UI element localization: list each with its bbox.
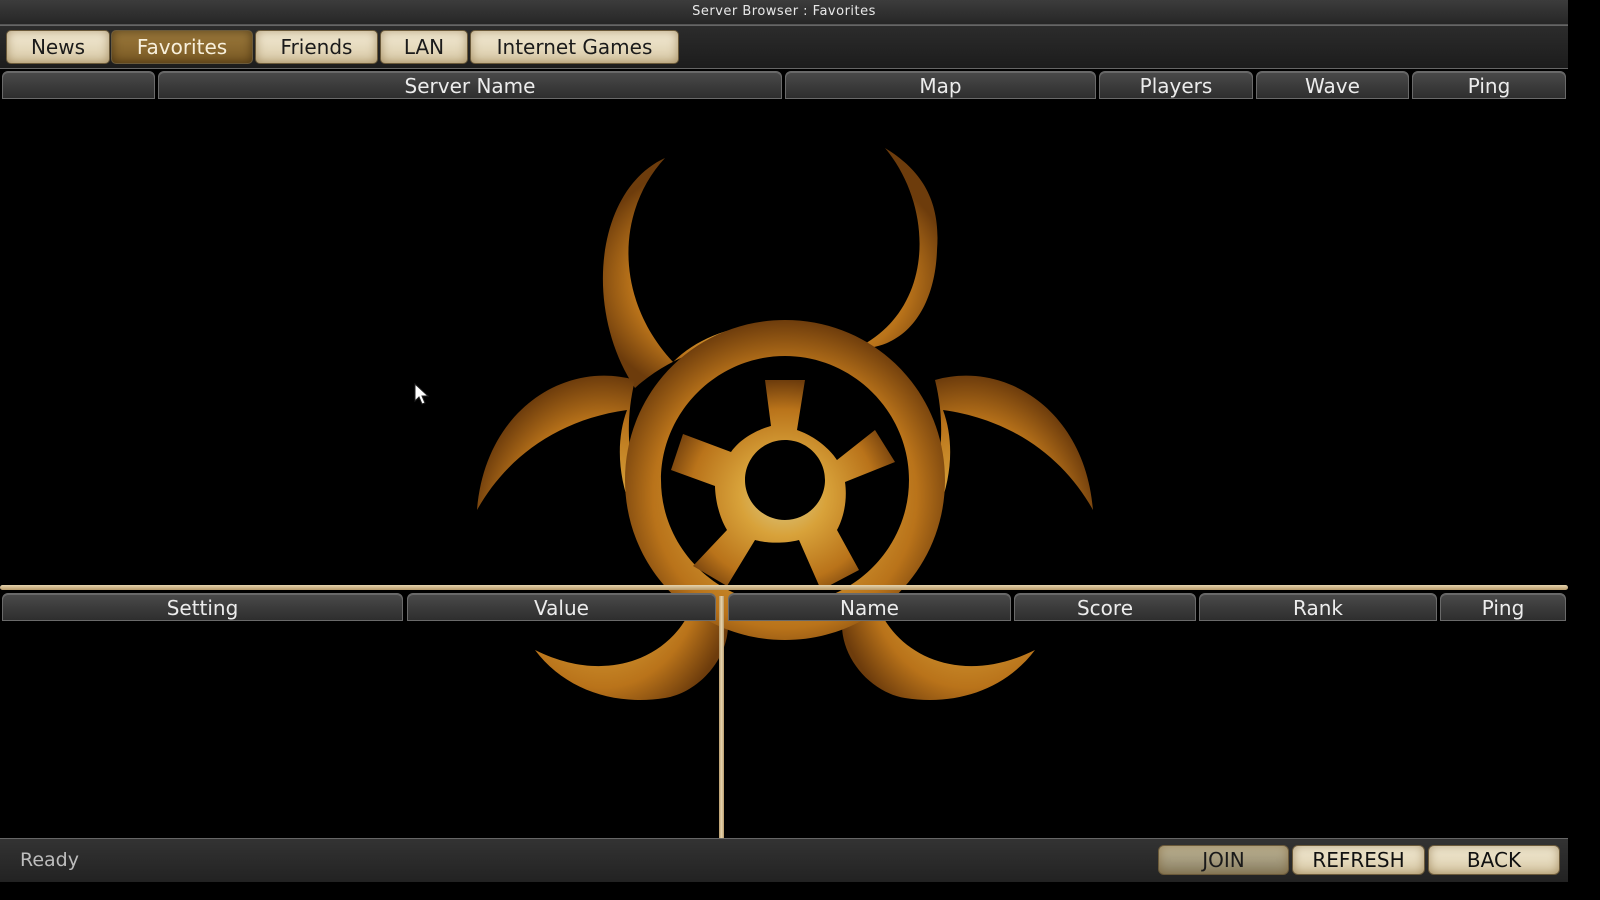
column-header-player-ping[interactable]: Ping [1440, 593, 1566, 621]
vertical-splitter[interactable] [719, 596, 724, 838]
tab-lan[interactable]: LAN [380, 30, 468, 64]
refresh-button[interactable]: REFRESH [1292, 845, 1425, 875]
column-header-players[interactable]: Players [1099, 71, 1253, 99]
column-header-server-name[interactable]: Server Name [158, 71, 782, 99]
tab-favorites[interactable]: Favorites [111, 30, 253, 64]
column-header-icon[interactable] [2, 71, 155, 99]
server-browser-window: Server Browser : Favorites News Favorite… [0, 0, 1568, 882]
column-header-score[interactable]: Score [1014, 593, 1196, 621]
tab-bar: News Favorites Friends LAN Internet Game… [0, 25, 1568, 69]
status-bar: Ready JOIN REFRESH BACK [0, 838, 1568, 882]
join-button[interactable]: JOIN [1158, 845, 1289, 875]
status-text: Ready [20, 849, 79, 871]
column-header-rank[interactable]: Rank [1199, 593, 1437, 621]
tab-internet-games[interactable]: Internet Games [470, 30, 679, 64]
column-header-wave[interactable]: Wave [1256, 71, 1409, 99]
players-list[interactable] [726, 622, 1568, 838]
tab-friends[interactable]: Friends [255, 30, 378, 64]
tab-news[interactable]: News [6, 30, 110, 64]
column-header-value[interactable]: Value [407, 593, 716, 621]
mouse-cursor-icon [414, 383, 430, 405]
column-header-name[interactable]: Name [728, 593, 1011, 621]
horizontal-splitter[interactable] [0, 585, 1568, 590]
column-header-setting[interactable]: Setting [2, 593, 403, 621]
column-header-map[interactable]: Map [785, 71, 1096, 99]
settings-list[interactable] [0, 622, 718, 838]
window-title: Server Browser : Favorites [0, 0, 1568, 25]
column-header-ping[interactable]: Ping [1412, 71, 1566, 99]
back-button[interactable]: BACK [1428, 845, 1560, 875]
